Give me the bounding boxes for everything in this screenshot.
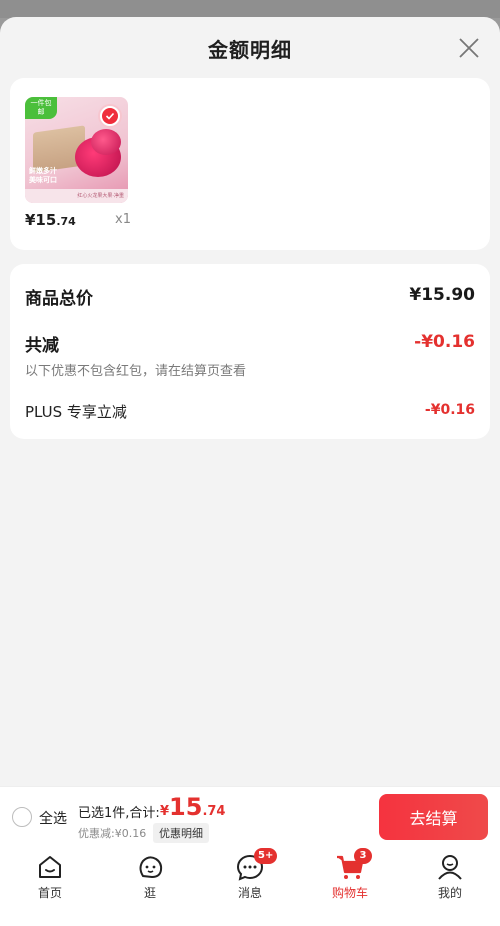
select-all-radio[interactable] [12, 807, 32, 827]
total-decimal: .74 [202, 804, 226, 819]
free-shipping-ribbon: 一件包邮 [25, 97, 57, 119]
tab-label: 逛 [143, 886, 156, 900]
plus-discount-value: -¥0.16 [424, 402, 475, 418]
discount-detail-button[interactable]: 优惠明细 [153, 823, 209, 843]
product-card: 一件包邮 鲜嫩多汁 美味可口 红心火龙果大果·净重 ¥15.74 x1 [10, 78, 490, 250]
select-all-label[interactable]: 全选 [39, 808, 67, 828]
face-icon [139, 856, 163, 879]
tab-label: 购物车 [331, 886, 368, 900]
tab-profile[interactable]: 我的 [420, 852, 480, 901]
tab-browse[interactable]: 逛 [120, 852, 180, 901]
checkout-bar: 全选 已选1件,合计: ¥15.74 优惠减:¥0.16 优惠明细 去结算 [0, 786, 500, 846]
discount-value: -¥0.16 [414, 332, 475, 352]
total-currency: ¥ [160, 804, 170, 819]
bottom-tab-bar: 首页 逛 5+ 消息 3 购物车 我的 [0, 846, 500, 926]
item-price-decimal: .74 [56, 215, 76, 228]
checkout-button[interactable]: 去结算 [379, 794, 488, 840]
total-price-label: 商品总价 [25, 289, 93, 309]
item-quantity: x1 [115, 212, 131, 227]
sheet-header: 金额明细 [0, 17, 500, 79]
user-icon [438, 855, 462, 880]
tab-home[interactable]: 首页 [20, 852, 80, 901]
sheet-title: 金额明细 [208, 37, 292, 62]
home-icon [39, 856, 61, 878]
backdrop [0, 0, 500, 18]
total-price-value: ¥15.90 [409, 285, 475, 305]
product-thumbnail[interactable]: 一件包邮 鲜嫩多汁 美味可口 红心火龙果大果·净重 [25, 97, 128, 203]
tab-messages[interactable]: 5+ 消息 [220, 848, 280, 901]
dragon-fruit-illustration [91, 129, 121, 155]
item-price-integer: ¥15 [25, 211, 57, 229]
tab-cart[interactable]: 3 购物车 [320, 848, 380, 901]
total-amount: ¥15.74 [160, 793, 225, 821]
price-summary-card: 商品总价 ¥15.90 共减 -¥0.16 以下优惠不包含红包，请在结算页查看 … [10, 264, 490, 439]
tab-label: 消息 [237, 886, 262, 900]
amount-detail-sheet: 金额明细 一件包邮 鲜嫩多汁 美味可口 红心火龙果大果·净重 ¥15.74 x1… [0, 17, 500, 787]
tab-label: 我的 [437, 886, 462, 900]
tab-label: 首页 [37, 886, 62, 900]
total-integer: 15 [169, 793, 203, 821]
product-strip-text: 红心火龙果大果·净重 [25, 189, 128, 203]
discount-label: 共减 [25, 336, 59, 356]
product-caption: 鲜嫩多汁 美味可口 [29, 167, 57, 184]
selected-summary: 已选1件,合计: [78, 806, 160, 821]
discount-summary: 优惠减:¥0.16 [78, 827, 147, 840]
check-badge-icon [98, 104, 122, 128]
item-price: ¥15.74 [25, 211, 76, 229]
close-icon[interactable] [458, 37, 480, 59]
message-badge: 5+ [254, 848, 278, 864]
plus-discount-label: PLUS 专享立减 [25, 403, 127, 421]
cart-badge: 3 [354, 848, 372, 864]
discount-note: 以下优惠不包含红包，请在结算页查看 [25, 364, 247, 379]
